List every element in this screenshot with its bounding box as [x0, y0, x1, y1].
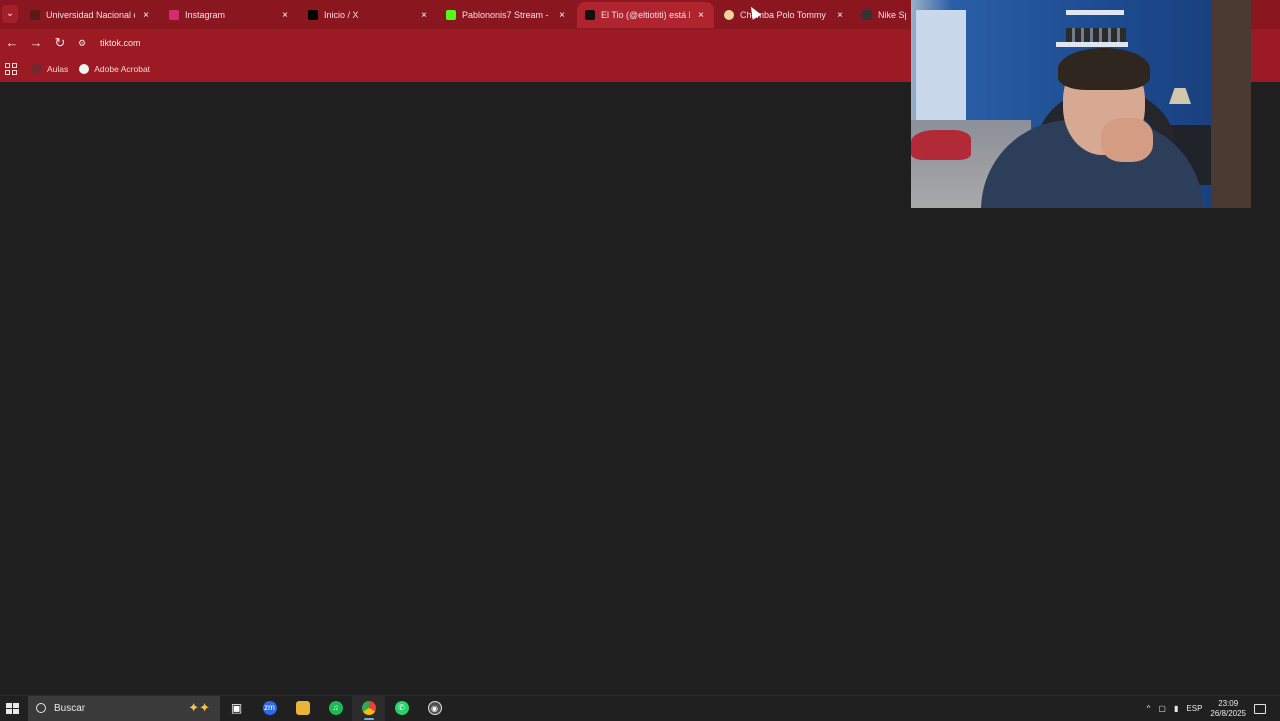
tab-instagram[interactable]: Instagram ×: [161, 2, 298, 28]
tab-x[interactable]: Inicio / X ×: [300, 2, 437, 28]
back-arrow-icon[interactable]: ←: [0, 31, 24, 55]
task-view-button[interactable]: ▣: [220, 696, 253, 721]
x-favicon-icon: [308, 10, 318, 20]
university-favicon-icon: [30, 10, 40, 20]
clock-date: 26/8/2025: [1210, 708, 1246, 718]
address-bar[interactable]: ⚙ tiktok.com: [78, 38, 141, 49]
tab-search-button[interactable]: ⌄: [2, 5, 18, 23]
tab-title: Pablononis7 Stream - Wa: [462, 10, 551, 20]
url-text[interactable]: tiktok.com: [100, 38, 141, 48]
bookmark-adobe-acrobat[interactable]: Adobe Acrobat: [79, 64, 150, 74]
tab-tiktok-live[interactable]: El Tio (@eltiotiti) está LIVE ×: [577, 2, 714, 28]
close-tab-icon[interactable]: ×: [280, 10, 290, 21]
whatsapp-icon: ✆: [394, 701, 409, 715]
chrome-icon: [361, 701, 376, 715]
chrome-app-button[interactable]: [352, 695, 385, 721]
taskbar-search-box[interactable]: Buscar ✦✦: [28, 695, 220, 721]
acrobat-favicon-icon: [79, 64, 90, 74]
tab-chomba-polo[interactable]: Chomba Polo Tommy Hil ×: [716, 2, 853, 28]
search-icon: [36, 703, 46, 713]
close-tab-icon[interactable]: ×: [141, 10, 151, 21]
language-indicator[interactable]: ESP: [1186, 704, 1202, 713]
bookmark-aulas[interactable]: Aulas: [32, 64, 68, 74]
tab-title: Universidad Nacional de: [46, 10, 135, 20]
file-explorer-button[interactable]: [286, 696, 319, 721]
windows-taskbar: Buscar ✦✦ ▣ zm ♫ ✆ ◉ ^ ▢ ▮ ESP 23:09 26/…: [0, 695, 1280, 721]
bookmark-label: Adobe Acrobat: [94, 64, 151, 74]
reload-icon[interactable]: ↻: [48, 31, 72, 55]
tab-nike[interactable]: Nike Spor: [854, 2, 914, 28]
aulas-favicon-icon: [32, 64, 42, 74]
recorder-app-button[interactable]: ◉: [418, 696, 451, 721]
spotify-icon: ♫: [328, 701, 343, 715]
close-tab-icon[interactable]: ×: [419, 10, 429, 21]
camera-icon[interactable]: ▢: [1158, 704, 1166, 713]
forward-arrow-icon[interactable]: →: [24, 31, 48, 55]
show-hidden-icons-chevron-icon[interactable]: ^: [1147, 704, 1151, 713]
close-tab-icon[interactable]: ×: [557, 10, 567, 21]
notifications-icon[interactable]: [1254, 703, 1266, 714]
apps-grid-icon[interactable]: [5, 63, 17, 75]
tab-title: Nike Spor: [878, 10, 906, 20]
nike-favicon-icon: [862, 10, 872, 20]
zoom-icon: zm: [262, 701, 277, 715]
microphone-icon[interactable]: ▮: [1174, 704, 1178, 713]
instagram-favicon-icon: [169, 10, 179, 20]
spotify-app-button[interactable]: ♫: [319, 696, 352, 721]
webcam-overlay: [911, 0, 1251, 208]
search-placeholder: Buscar: [54, 702, 86, 714]
close-tab-icon[interactable]: ×: [835, 10, 845, 21]
start-button[interactable]: [0, 696, 25, 721]
tab-title: Inicio / X: [324, 10, 359, 20]
whatsapp-app-button[interactable]: ✆: [385, 696, 418, 721]
recorder-icon: ◉: [427, 701, 442, 715]
tab-universidad[interactable]: Universidad Nacional de ×: [22, 2, 159, 28]
tiktok-favicon-icon: [585, 10, 595, 20]
shop-favicon-icon: [724, 10, 734, 20]
active-app-indicator: [364, 717, 374, 720]
clock[interactable]: 23:09 26/8/2025: [1210, 699, 1246, 719]
folder-icon: [295, 701, 310, 715]
zoom-app-button[interactable]: zm: [253, 696, 286, 721]
tab-title: El Tio (@eltiotiti) está LIVE: [601, 10, 690, 20]
system-tray: ^ ▢ ▮ ESP 23:09 26/8/2025: [1147, 696, 1280, 721]
clock-time: 23:09: [1218, 698, 1239, 708]
bookmark-label: Aulas: [47, 64, 69, 74]
copilot-sparkle-icon: ✦✦: [188, 699, 210, 715]
tab-kick[interactable]: Pablononis7 Stream - Wa ×: [438, 2, 575, 28]
close-tab-icon[interactable]: ×: [696, 10, 706, 21]
tab-title: Instagram: [185, 10, 226, 20]
kick-favicon-icon: [446, 10, 456, 20]
site-info-icon[interactable]: ⚙: [78, 38, 92, 49]
task-view-icon: ▣: [230, 701, 243, 715]
